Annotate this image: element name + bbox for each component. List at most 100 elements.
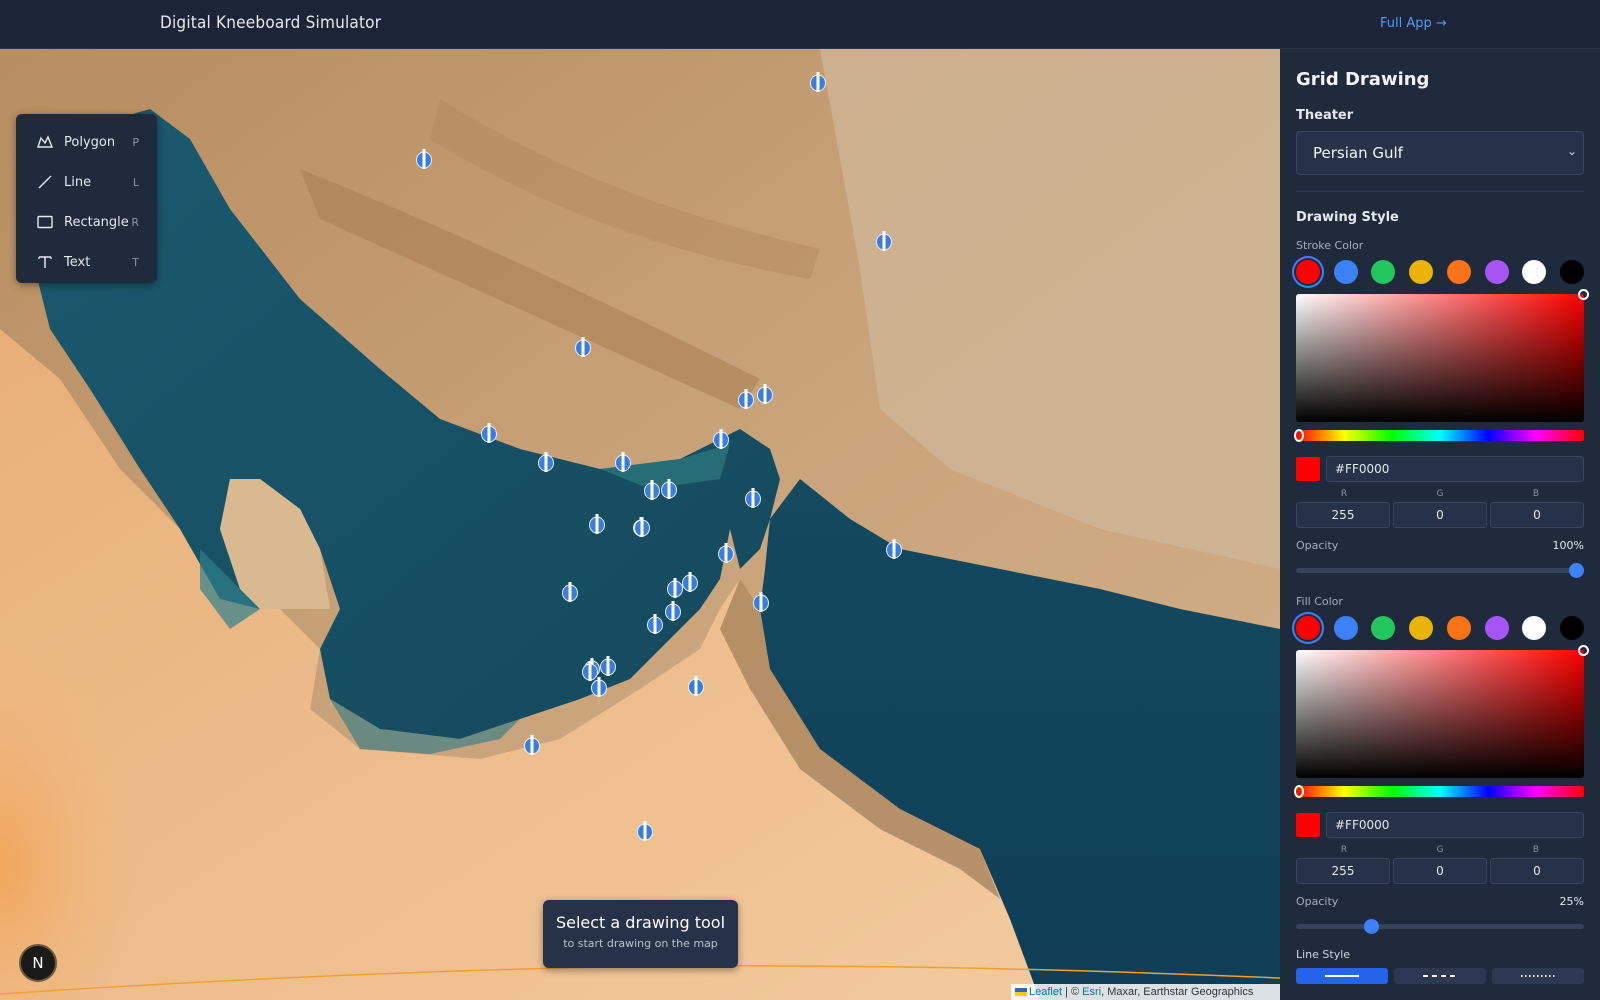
airfield-marker[interactable] [667,577,683,599]
stroke-b-input[interactable]: 0 [1490,502,1584,528]
airfield-marker[interactable] [665,600,681,622]
fill-swatch-4[interactable] [1446,616,1471,640]
fill-r-input[interactable]: 255 [1296,858,1390,884]
tool-polygon-label: Polygon [64,134,116,150]
line-style-dashed[interactable] [1394,968,1486,984]
airfield-marker[interactable] [562,581,578,603]
stroke-opacity-value: 100% [1552,539,1584,552]
esri-link[interactable]: Esri [1082,986,1101,998]
full-app-link[interactable]: Full App → [1380,16,1447,31]
fill-opacity-label: Opacity [1296,895,1339,908]
tool-polygon[interactable]: Polygon P [16,122,157,162]
tool-rectangle-label: Rectangle [64,214,129,230]
airfield-marker[interactable] [634,516,650,538]
fill-hex-input[interactable]: #FF0000 [1326,812,1584,838]
attribution-text: , Maxar, Earthstar Geographics [1101,986,1254,998]
fill-swatch-7[interactable] [1559,616,1584,640]
airfield-marker[interactable] [481,422,497,444]
hint-subtitle: to start drawing on the map [563,937,718,950]
stroke-opacity-label: Opacity [1296,539,1339,552]
theater-select-value: Persian Gulf [1313,144,1403,162]
line-icon [36,173,54,191]
fill-opacity-slider[interactable] [1296,919,1584,934]
fill-hue-knob[interactable] [1294,785,1304,798]
airfield-marker[interactable] [738,388,754,410]
tool-line-shortcut: L [132,175,139,189]
stroke-opacity-thumb[interactable] [1569,563,1584,578]
stroke-hue-slider[interactable] [1294,429,1584,442]
airfield-marker[interactable] [647,613,663,635]
fill-opacity-thumb[interactable] [1364,919,1380,934]
airfield-marker[interactable] [718,542,734,564]
north-compass-button[interactable]: N [19,944,57,982]
stroke-swatch-0[interactable] [1296,260,1320,284]
airfield-marker[interactable] [589,513,605,535]
fill-swatch-6[interactable] [1522,616,1547,640]
airfield-marker[interactable] [810,71,826,93]
fill-opacity-value: 25% [1559,895,1584,908]
airfield-marker[interactable] [615,451,631,473]
stroke-saturation-knob[interactable] [1578,289,1589,300]
stroke-hue-knob[interactable] [1294,429,1304,442]
stroke-g-input[interactable]: 0 [1393,502,1487,528]
stroke-swatch-3[interactable] [1409,260,1434,284]
fill-swatch-3[interactable] [1409,616,1434,640]
stroke-hex-input[interactable]: #FF0000 [1326,456,1584,482]
airfield-marker[interactable] [538,451,554,473]
stroke-color-preview [1296,457,1320,481]
airfield-marker[interactable] [713,428,729,450]
leaflet-link[interactable]: Leaflet [1029,986,1062,998]
line-style-dotted[interactable] [1492,968,1584,984]
map-view[interactable]: Polygon P Line L Rectangle R Text T Sele [0,49,1280,1000]
fill-swatch-0[interactable] [1296,616,1320,640]
fill-swatch-2[interactable] [1371,616,1396,640]
fill-swatch-1[interactable] [1333,616,1358,640]
grid-drawing-panel: Grid Drawing Theater Persian Gulf ⌄ Draw… [1280,49,1600,1000]
fill-saturation-knob[interactable] [1578,645,1589,656]
panel-title: Grid Drawing [1296,69,1430,90]
fill-g-input[interactable]: 0 [1393,858,1487,884]
line-style-solid[interactable] [1296,968,1388,984]
airfield-marker[interactable] [416,148,432,170]
line-style-options [1296,968,1584,984]
airfield-marker[interactable] [661,478,677,500]
stroke-swatch-6[interactable] [1522,260,1547,284]
tool-line[interactable]: Line L [16,162,157,202]
stroke-swatches [1296,260,1584,284]
airfield-marker[interactable] [753,591,769,613]
fill-b-input[interactable]: 0 [1490,858,1584,884]
fill-hue-slider[interactable] [1294,785,1584,798]
stroke-g-label: G [1436,489,1444,499]
airfield-marker[interactable] [575,336,591,358]
airfield-marker[interactable] [582,660,598,682]
fill-r-label: R [1340,845,1348,855]
airfield-marker[interactable] [688,675,704,697]
drawing-hint: Select a drawing tool to start drawing o… [543,900,738,968]
airfield-marker[interactable] [876,230,892,252]
stroke-saturation-picker[interactable] [1296,289,1589,422]
stroke-swatch-2[interactable] [1371,260,1396,284]
stroke-opacity-slider[interactable] [1296,563,1584,578]
stroke-r-input[interactable]: 255 [1296,502,1390,528]
airfield-marker[interactable] [637,820,653,842]
airfield-marker[interactable] [644,479,660,501]
flag-icon [1015,988,1027,997]
stroke-swatch-1[interactable] [1333,260,1358,284]
theater-select[interactable]: Persian Gulf ⌄ [1296,131,1584,175]
stroke-b-label: B [1532,489,1540,499]
airfield-marker[interactable] [524,734,540,756]
stroke-swatch-4[interactable] [1446,260,1471,284]
divider [1296,191,1584,192]
fill-saturation-picker[interactable] [1296,645,1589,778]
airfield-marker[interactable] [757,383,773,405]
airfield-marker[interactable] [745,487,761,509]
fill-swatch-5[interactable] [1484,616,1509,640]
tool-rectangle[interactable]: Rectangle R [16,202,157,242]
tool-text[interactable]: Text T [16,242,157,282]
airfield-marker[interactable] [886,538,902,560]
stroke-swatch-5[interactable] [1484,260,1509,284]
stroke-swatch-7[interactable] [1559,260,1584,284]
airfield-marker[interactable] [682,571,698,593]
tool-line-label: Line [64,174,92,190]
airfield-marker[interactable] [600,655,616,677]
